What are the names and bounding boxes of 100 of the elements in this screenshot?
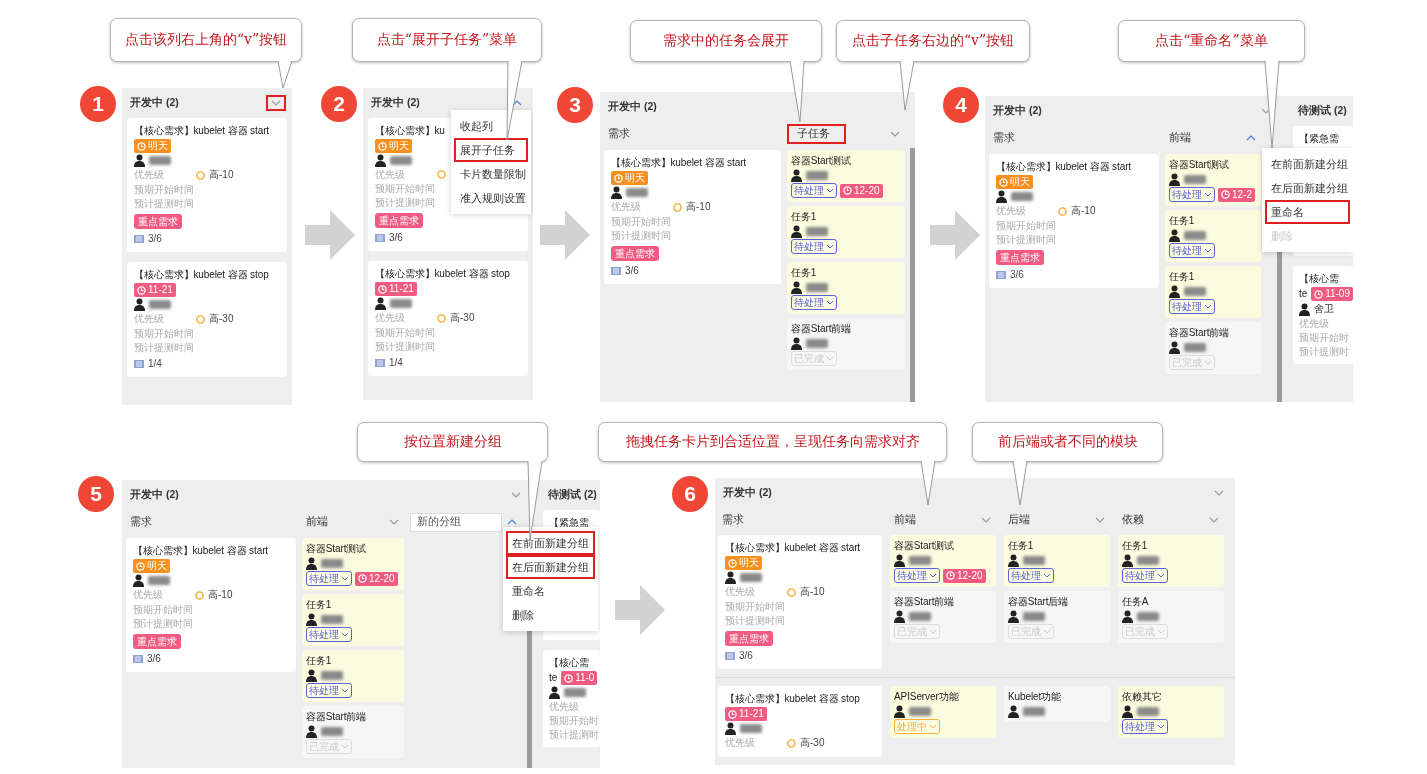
callout: 点击“重命名”菜单 bbox=[1118, 20, 1305, 62]
step-number-badge: 6 bbox=[672, 476, 708, 512]
lane-title: 前端 bbox=[305, 514, 329, 529]
lane-title: 需求 bbox=[721, 511, 745, 527]
priority-tag: 重点需求 bbox=[375, 213, 423, 228]
card-title: 【核心需求】ku bbox=[375, 124, 445, 138]
callout: 点击“展开子任务”菜单 bbox=[352, 18, 542, 62]
step-number-badge: 3 bbox=[557, 87, 593, 123]
due-date: 11-21 bbox=[389, 283, 414, 295]
priority-tag: 重点需求 bbox=[134, 214, 182, 229]
lane-title: 需求 bbox=[992, 130, 1016, 145]
callout: 按位置新建分组 bbox=[357, 422, 548, 462]
column-title: 待测试 (2) bbox=[1298, 104, 1347, 118]
callout: 点击该列右上角的“v”按钮 bbox=[110, 18, 302, 62]
step-number-badge: 2 bbox=[321, 86, 357, 122]
due-date: 明天 bbox=[147, 560, 167, 572]
field-label: 优先级 bbox=[1299, 317, 1329, 330]
due-date: 11-21 bbox=[739, 708, 764, 720]
due-date: 明天 bbox=[1010, 176, 1030, 188]
due-date: 12-20 bbox=[369, 572, 395, 585]
card-title: 任务1 bbox=[306, 654, 332, 668]
priority-tag: 重点需求 bbox=[725, 631, 773, 646]
due-date: 12-20 bbox=[854, 184, 880, 197]
column-title: 开发中 (2) bbox=[130, 96, 179, 110]
due-date: 11-0 bbox=[575, 672, 595, 684]
card-title: 容器Start前端 bbox=[1169, 326, 1230, 340]
priority-value: 高-10 bbox=[1071, 204, 1096, 218]
lane-title: 需求 bbox=[129, 514, 153, 529]
column-title: 开发中 (2) bbox=[130, 488, 179, 502]
field-label: 预期开始时间 bbox=[134, 183, 194, 196]
field-label: 预期开始时间 bbox=[134, 327, 194, 340]
card-title: Kubelet功能 bbox=[1008, 690, 1062, 704]
priority-value: 高-10 bbox=[686, 200, 711, 214]
card-title: 任务1 bbox=[791, 266, 817, 280]
field-label: 优先级 bbox=[134, 168, 165, 181]
field-label: 优先级 bbox=[725, 736, 756, 749]
due-date: 明天 bbox=[148, 140, 168, 152]
card-title: 容器Start前端 bbox=[894, 595, 955, 609]
step-number-badge: 1 bbox=[80, 86, 116, 122]
card-title: 容器Start测试 bbox=[791, 154, 852, 168]
card-title: 【紧急需 bbox=[1299, 132, 1339, 146]
step-number-badge: 4 bbox=[943, 87, 979, 123]
card-title: 【核心需求】kubelet 容器 start bbox=[611, 156, 747, 170]
column-title: 开发中 (2) bbox=[608, 100, 657, 114]
card-title: 【紧急需 bbox=[549, 516, 589, 530]
due-date: 明天 bbox=[625, 172, 645, 184]
step-number-badge: 5 bbox=[78, 476, 114, 512]
priority-value: 高-10 bbox=[209, 168, 234, 182]
field-label: 预期开始时间 bbox=[611, 215, 671, 228]
card-title: te bbox=[1299, 287, 1308, 301]
due-date: 11-09 bbox=[1325, 288, 1350, 300]
field-label: 优先级 bbox=[549, 700, 579, 713]
priority-tag: 重点需求 bbox=[996, 250, 1044, 265]
field-label: 预期开始时间 bbox=[375, 182, 435, 195]
priority-value: 高-10 bbox=[208, 588, 233, 602]
field-label: 预计提测时间 bbox=[996, 233, 1056, 246]
card-title: 【核心需 bbox=[549, 656, 589, 670]
due-date: 12-20 bbox=[957, 569, 983, 582]
field-label: 预计提测时间 bbox=[611, 229, 671, 242]
column-title: 开发中 (2) bbox=[993, 104, 1042, 118]
priority-value: 高-30 bbox=[209, 312, 234, 326]
priority-value: 高-30 bbox=[450, 311, 475, 325]
card-title: APIServer功能 bbox=[894, 690, 959, 704]
callout: 需求中的任务会展开 bbox=[630, 20, 822, 62]
card-title: 容器Start测试 bbox=[1169, 158, 1230, 172]
card-title: 【核心需求】kubelet 容器 start bbox=[133, 544, 269, 558]
card-title: 【核心需求】kubelet 容器 stop bbox=[375, 267, 510, 281]
field-label: 预计提测时 bbox=[1299, 345, 1349, 358]
field-label: 优先级 bbox=[375, 168, 406, 181]
column-title: 待测试 (2) bbox=[548, 488, 597, 502]
field-label: 预计提测时间 bbox=[375, 196, 435, 209]
field-label: 预期开始时 bbox=[549, 714, 599, 727]
assignee-name: 舍卫 bbox=[1314, 302, 1334, 316]
priority-tag: 重点需求 bbox=[133, 634, 181, 649]
callout: 前后端或者不同的模块 bbox=[972, 422, 1163, 462]
field-label: 优先级 bbox=[375, 311, 406, 324]
lane-title: 前端 bbox=[1168, 130, 1192, 145]
card-title: 【核心需求】kubelet 容器 start bbox=[134, 124, 270, 138]
card-title: 任务1 bbox=[791, 210, 817, 224]
card-title: te bbox=[549, 671, 558, 685]
field-label: 预期开始时间 bbox=[725, 600, 785, 613]
card-title: 【核心需求】kubelet 容器 start bbox=[996, 160, 1132, 174]
field-label: 预计提测时间 bbox=[134, 197, 194, 210]
card-title: 容器Start前端 bbox=[306, 710, 367, 724]
priority-value: 高-30 bbox=[800, 736, 825, 750]
due-date: 明天 bbox=[389, 140, 409, 152]
field-label: 优先级 bbox=[996, 204, 1027, 217]
field-label: 优先级 bbox=[611, 200, 642, 213]
due-date: 明天 bbox=[739, 557, 759, 569]
column-title: 开发中 (2) bbox=[371, 96, 420, 110]
card-title: 任务A bbox=[1122, 595, 1149, 609]
card-title: 任务1 bbox=[1169, 270, 1195, 284]
column-title: 开发中 (2) bbox=[723, 486, 772, 500]
card-title: 【核心需 bbox=[1299, 272, 1339, 286]
lane-title: 依赖 bbox=[1121, 511, 1145, 527]
lane-title: 子任务 bbox=[787, 124, 846, 144]
field-label: 预计提测时 bbox=[549, 728, 599, 741]
card-title: 任务1 bbox=[1122, 539, 1148, 553]
callout: 点击子任务右边的“v”按钮 bbox=[836, 20, 1030, 62]
field-label: 优先级 bbox=[134, 312, 165, 325]
